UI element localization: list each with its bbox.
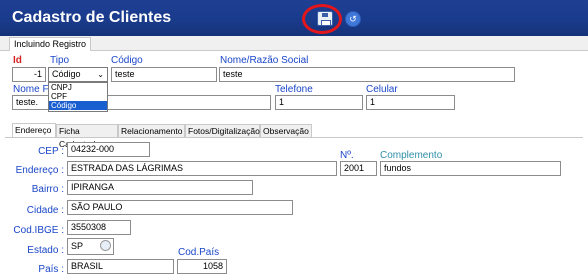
tab-endereco[interactable]: Endereço (12, 123, 56, 137)
celular-field[interactable]: 1 (366, 95, 455, 110)
bairro-field[interactable]: IPIRANGA (67, 180, 253, 195)
endereco-label: Endereço : (15, 165, 64, 176)
codigo-label: Código (111, 55, 143, 66)
tipo-option-cpf[interactable]: CPF (49, 92, 107, 101)
tipo-dropdown-list[interactable]: CNPJ CPF Código (48, 82, 108, 112)
search-icon[interactable] (100, 240, 111, 251)
tab-observacao[interactable]: Observação (260, 124, 312, 137)
telefone-field[interactable]: 1 (275, 95, 363, 110)
tab-divider (5, 137, 583, 138)
celular-label: Celular (366, 84, 398, 95)
tipo-option-cnpj[interactable]: CNPJ (49, 83, 107, 92)
tipo-select[interactable]: Código ⌄ (48, 67, 108, 82)
nome-field[interactable]: teste (219, 67, 515, 82)
page-title: Cadastro de Clientes (12, 9, 172, 26)
codibge-label: Cod.IBGE : (13, 225, 64, 236)
cep-field[interactable]: 04232-000 (67, 142, 150, 157)
tipo-option-codigo[interactable]: Código (49, 101, 107, 110)
numero-label: Nº. (340, 150, 354, 161)
tab-incluindo-registro[interactable]: Incluindo Registro (9, 37, 92, 51)
codpais-field[interactable]: 1058 (177, 259, 227, 274)
bairro-label: Bairro : (31, 184, 64, 195)
undo-icon[interactable]: ↺ (345, 11, 361, 27)
nome-label: Nome/Razão Social (220, 55, 309, 66)
tab-ficha-cadastral[interactable]: Ficha Cadastral (56, 124, 118, 149)
id-label: Id (13, 55, 22, 66)
telefone-label: Telefone (275, 84, 313, 95)
estado-value: SP (71, 241, 84, 251)
cep-label: CEP : (38, 146, 64, 157)
endereco-field[interactable]: ESTRADA DAS LÁGRIMAS (67, 161, 337, 176)
estado-label: Estado : (27, 245, 64, 256)
highlight-circle (302, 4, 342, 34)
tipo-label: Tipo (50, 55, 70, 66)
estado-field[interactable]: SP (67, 238, 114, 255)
id-field[interactable]: -1 (12, 67, 46, 82)
pais-field[interactable]: BRASIL (67, 259, 174, 274)
tab-fotos-digitalizacao[interactable]: Fotos/Digitalização (185, 124, 260, 137)
cidade-field[interactable]: SÃO PAULO (67, 200, 293, 215)
complemento-label: Complemento (380, 150, 443, 161)
codigo-field[interactable]: teste (111, 67, 217, 82)
pais-label: País : (38, 264, 64, 275)
numero-field[interactable]: 2001 (340, 161, 377, 176)
cidade-label: Cidade : (26, 205, 64, 216)
codibge-field[interactable]: 3550308 (67, 220, 131, 235)
complemento-field[interactable]: fundos (380, 161, 561, 176)
tipo-select-value: Código (52, 69, 81, 79)
chevron-down-icon: ⌄ (97, 70, 104, 79)
codpais-label: Cod.País (178, 247, 220, 258)
tab-relacionamento[interactable]: Relacionamento (118, 124, 185, 137)
